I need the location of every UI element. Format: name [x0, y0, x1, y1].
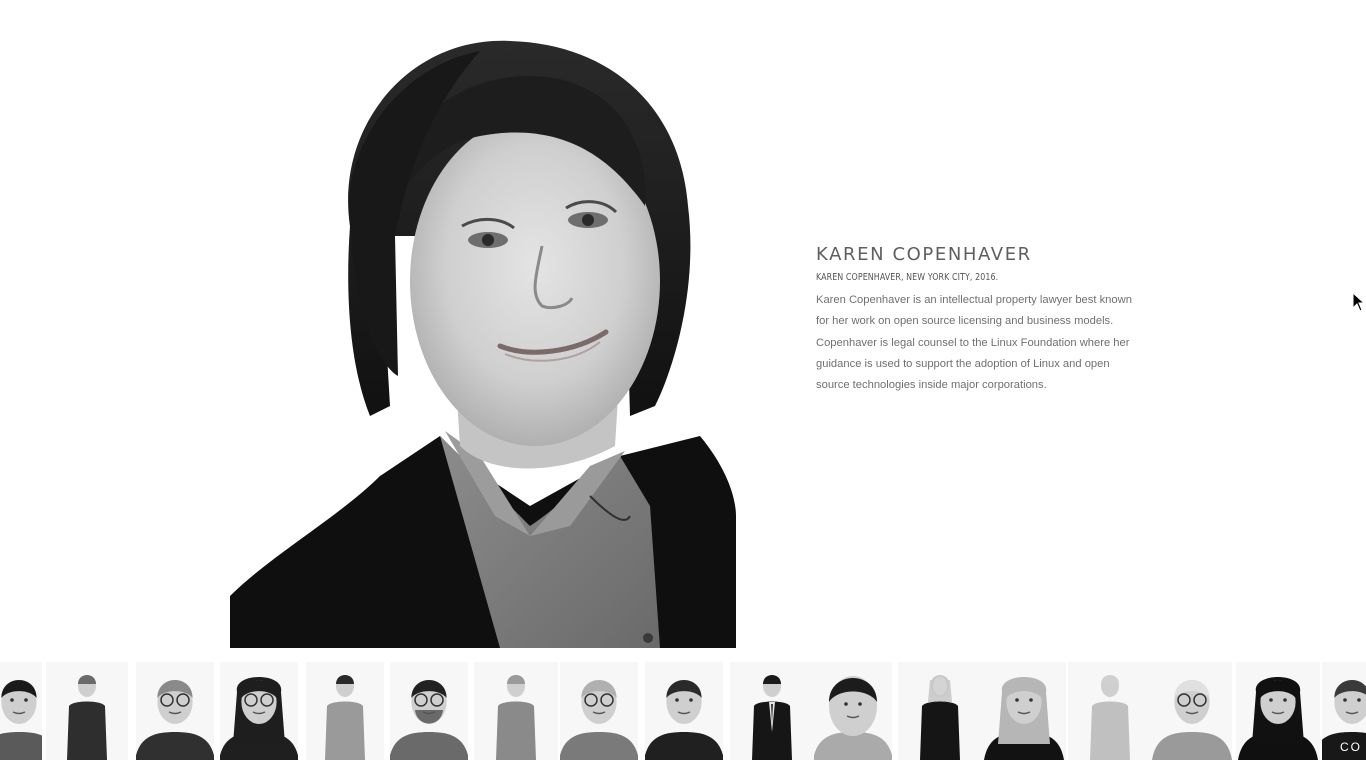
thumbnail-portrait-image	[730, 662, 814, 760]
thumbnail-portrait[interactable]	[136, 662, 214, 760]
thumbnail-portrait[interactable]: CO	[1322, 662, 1366, 760]
thumbnail-portrait-image	[390, 662, 468, 760]
thumbnail-portrait[interactable]	[982, 662, 1066, 760]
profile-bio: KAREN COPENHAVER KAREN COPENHAVER, NEW Y…	[816, 244, 1146, 396]
thumbnail-portrait-image	[814, 662, 892, 760]
thumbnail-portrait[interactable]	[46, 662, 128, 760]
thumbnail-portrait-image	[46, 662, 128, 760]
thumbnail-portrait-image	[136, 662, 214, 760]
thumbnail-portrait-image	[474, 662, 558, 760]
thumbnail-portrait[interactable]	[0, 662, 42, 760]
portrait-page: KAREN COPENHAVER KAREN COPENHAVER, NEW Y…	[0, 0, 1366, 768]
thumbnail-portrait-image	[982, 662, 1066, 760]
thumbnail-portrait[interactable]	[1068, 662, 1152, 760]
thumbnail-portrait-image	[306, 662, 384, 760]
thumbnail-portrait-image	[1236, 662, 1320, 760]
profile-description: Karen Copenhaver is an intellectual prop…	[816, 294, 1132, 392]
thumbnail-portrait[interactable]	[898, 662, 982, 760]
profile-name: KAREN COPENHAVER	[816, 244, 1032, 265]
thumbnail-portrait-image	[645, 662, 723, 760]
thumbnail-portrait-image	[560, 662, 638, 760]
thumbnail-portrait[interactable]	[1152, 662, 1232, 760]
thumbnail-portrait-image	[898, 662, 982, 760]
thumbnail-shirt-text: CO	[1340, 740, 1362, 754]
thumbnail-portrait[interactable]	[560, 662, 638, 760]
thumbnail-portrait-image	[1068, 662, 1152, 760]
thumbnail-portrait[interactable]	[730, 662, 814, 760]
thumbnail-portrait[interactable]	[390, 662, 468, 760]
thumbnail-portrait[interactable]	[220, 662, 298, 760]
hero-portrait-image	[230, 36, 736, 648]
thumbnail-strip: CO	[0, 662, 1366, 760]
thumbnail-portrait-image	[220, 662, 298, 760]
thumbnail-portrait[interactable]	[1236, 662, 1320, 760]
thumbnail-portrait[interactable]	[814, 662, 892, 760]
thumbnail-portrait[interactable]	[306, 662, 384, 760]
thumbnail-portrait-image	[0, 662, 42, 760]
profile-caption: KAREN COPENHAVER, NEW YORK CITY, 2016.	[816, 272, 999, 283]
thumbnail-portrait[interactable]	[645, 662, 723, 760]
thumbnail-portrait-image	[1152, 662, 1232, 760]
mouse-cursor-icon	[1352, 292, 1366, 312]
thumbnail-portrait[interactable]	[474, 662, 558, 760]
